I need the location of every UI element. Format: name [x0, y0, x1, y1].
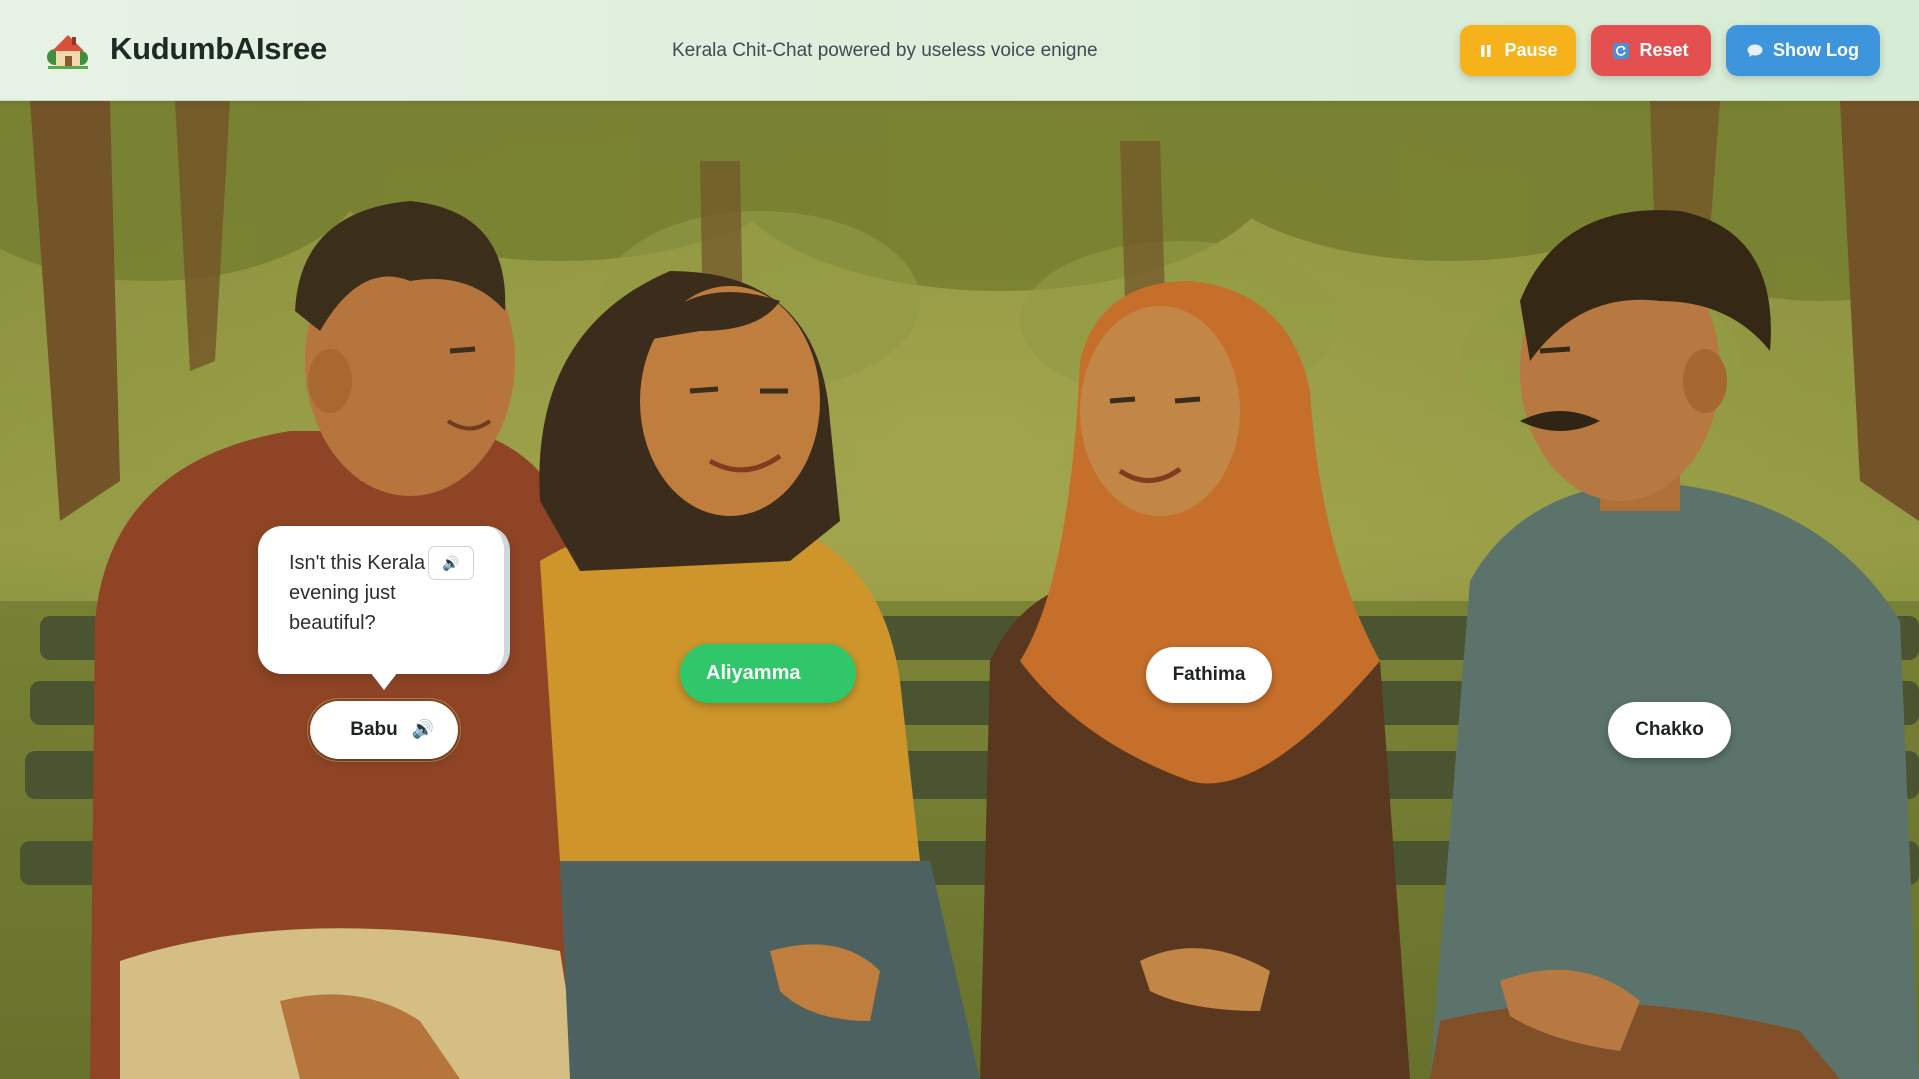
app-header: KudumbAIsree Kerala Chit-Chat powered by…: [0, 0, 1919, 101]
reset-button-label: Reset: [1639, 40, 1689, 60]
character-name: Babu: [350, 719, 398, 740]
show-log-button[interactable]: Show Log: [1726, 25, 1880, 76]
character-name: Fathima: [1172, 664, 1246, 685]
pause-button-label: Pause: [1504, 40, 1558, 60]
app-tagline: Kerala Chit-Chat powered by useless voic…: [672, 40, 1098, 61]
reset-icon: [1613, 42, 1630, 59]
house-tree-icon: [46, 31, 90, 71]
speaker-icon: 🔊: [442, 554, 460, 571]
character-chip-chakko[interactable]: Chakko: [1608, 702, 1731, 758]
pause-icon: [1478, 43, 1494, 59]
speech-bubble-text: Isn't this Kerala evening just beautiful…: [289, 552, 426, 634]
character-chip-babu[interactable]: Babu 🔊: [307, 698, 461, 762]
play-audio-button[interactable]: 🔊: [428, 546, 474, 580]
speaker-icon: 🔊: [411, 719, 434, 739]
speech-bubble: Isn't this Kerala evening just beautiful…: [258, 526, 510, 674]
character-chip-aliyamma[interactable]: Aliyamma: [680, 644, 856, 703]
park-scene: Isn't this Kerala evening just beautiful…: [0, 101, 1919, 1079]
speech-bubble-tail: [370, 672, 398, 690]
pause-button[interactable]: Pause: [1460, 25, 1576, 76]
character-name: Chakko: [1635, 719, 1704, 740]
speech-bubble-icon: [1747, 43, 1763, 59]
character-name: Aliyamma: [706, 662, 801, 684]
character-chip-fathima[interactable]: Fathima: [1146, 647, 1272, 703]
reset-button[interactable]: Reset: [1591, 25, 1711, 76]
app-title: KudumbAIsree: [110, 31, 327, 66]
show-log-button-label: Show Log: [1773, 40, 1859, 60]
